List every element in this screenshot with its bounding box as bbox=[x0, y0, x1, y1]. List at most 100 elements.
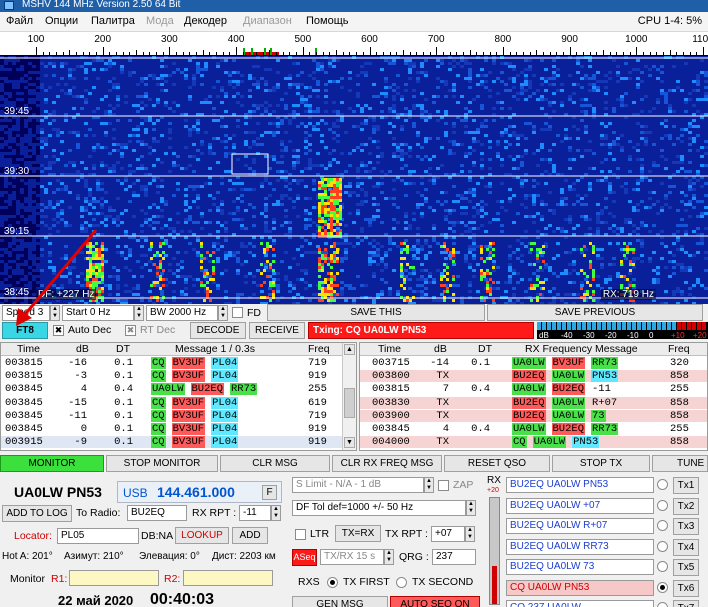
tx-send-button[interactable]: Tx3 bbox=[673, 518, 699, 535]
table-row[interactable]: 004000 TX CQ UA0LW PN53 858 bbox=[360, 436, 707, 449]
s-limit-select[interactable]: S Limit - N/A - 1 dB bbox=[292, 477, 424, 493]
rx-rpt-input[interactable]: -11 bbox=[239, 505, 271, 521]
table-row[interactable]: 003915 -9 0.1 CQ BV3UF PL04 919 bbox=[1, 436, 356, 449]
table-row[interactable]: 003830 TX BU2EQ UA0LW R+07 858 bbox=[360, 396, 707, 409]
tx-select-radio[interactable] bbox=[657, 520, 668, 531]
locator-input[interactable]: PL05 bbox=[57, 528, 139, 544]
save-this-button[interactable]: SAVE THIS bbox=[267, 304, 485, 321]
table-row[interactable]: 003900 TX BU2EQ UA0LW 73 858 bbox=[360, 409, 707, 422]
speed-spinner[interactable]: ▲ ▼ bbox=[50, 305, 60, 321]
tx-message-field[interactable]: BU2EQ UA0LW R+07 bbox=[506, 518, 654, 534]
table-row[interactable]: 003815 7 0.4 UA0LW BU2EQ -11 255 bbox=[360, 383, 707, 396]
start-freq-input[interactable]: Start 0 Hz bbox=[62, 305, 134, 321]
tx-select-radio[interactable] bbox=[657, 479, 668, 490]
db-status: DB:NA bbox=[141, 530, 174, 542]
tx-rx-button[interactable]: TX=RX bbox=[335, 525, 381, 542]
txrx-period-spinner[interactable]: ▲ ▼ bbox=[384, 549, 394, 565]
add-to-log-button[interactable]: ADD TO LOG bbox=[2, 505, 72, 522]
menu-palette[interactable]: Палитра bbox=[91, 15, 135, 27]
table-row[interactable]: 003845 4 0.4 UA0LW BU2EQ RR73 255 bbox=[1, 383, 356, 396]
band-table-scrollbar[interactable]: ▲ ▼ bbox=[342, 343, 356, 450]
fd-checkbox[interactable] bbox=[232, 307, 243, 318]
zap-checkbox[interactable] bbox=[438, 480, 449, 491]
tx-send-button[interactable]: Tx6 bbox=[673, 579, 699, 597]
ruler-tick bbox=[656, 52, 658, 55]
scroll-down-arrow[interactable]: ▼ bbox=[344, 437, 355, 448]
df-tol-select[interactable]: DF Tol def=1000 +/- 50 Hz bbox=[292, 500, 466, 516]
auto-seq-on-button[interactable]: AUTO SEQ ON bbox=[390, 596, 480, 607]
tx-send-button[interactable]: Tx4 bbox=[673, 538, 699, 556]
tx-select-radio[interactable] bbox=[657, 581, 668, 593]
lookup-button[interactable]: LOOKUP bbox=[175, 527, 229, 544]
band-activity-table: Time dB DT Message 1 / 0.3s Freq 003815 -… bbox=[0, 342, 357, 451]
qrg-input[interactable]: 237 bbox=[432, 549, 476, 565]
df-tol-spinner[interactable]: ▲ ▼ bbox=[466, 500, 476, 516]
tx-send-button[interactable]: Tx1 bbox=[673, 477, 699, 494]
rt-dec-checkbox[interactable]: ✖ bbox=[125, 325, 136, 336]
tx-message-field[interactable]: BU2EQ UA0LW 73 bbox=[506, 559, 654, 575]
table-row[interactable]: 003845 -11 0.1 CQ BV3UF PL04 719 bbox=[1, 409, 356, 422]
tx-rpt-input[interactable]: +07 bbox=[431, 526, 465, 542]
table-row[interactable]: 003845 -15 0.1 CQ BV3UF PL04 619 bbox=[1, 396, 356, 409]
table-row[interactable]: 003845 4 0.4 UA0LW BU2EQ RR73 255 bbox=[360, 423, 707, 435]
gen-msg-button[interactable]: GEN MSG bbox=[292, 596, 388, 607]
tx-send-button[interactable]: Tx2 bbox=[673, 497, 699, 515]
table-row[interactable]: 003845 0 0.1 CQ BV3UF PL04 919 bbox=[1, 423, 356, 435]
bw-spinner[interactable]: ▲ ▼ bbox=[218, 305, 228, 321]
menu-band[interactable]: Диапазон bbox=[243, 15, 292, 27]
tx-select-radio[interactable] bbox=[657, 561, 668, 572]
clr-rx-freq-msg-button[interactable]: CLR RX FREQ MSG bbox=[332, 455, 442, 472]
s-limit-spinner[interactable]: ▲ ▼ bbox=[424, 477, 434, 493]
reset-qso-button[interactable]: RESET QSO bbox=[444, 455, 550, 472]
tx-second-radio[interactable] bbox=[396, 577, 407, 588]
table-row[interactable]: 003815 -16 0.1 CQ BV3UF PL04 719 bbox=[1, 357, 356, 369]
menu-help[interactable]: Помощь bbox=[306, 15, 349, 27]
df-readout: DF: +227 Hz bbox=[36, 289, 97, 300]
tx-message-field[interactable]: BU2EQ UA0LW PN53 bbox=[506, 477, 654, 493]
stop-monitor-button[interactable]: STOP MONITOR bbox=[106, 455, 218, 472]
scroll-thumb[interactable] bbox=[344, 388, 355, 418]
txrx-period-select[interactable]: TX/RX 15 s bbox=[320, 549, 384, 565]
start-spinner[interactable]: ▲ ▼ bbox=[134, 305, 144, 321]
scroll-up-arrow[interactable]: ▲ bbox=[344, 344, 355, 355]
table-row[interactable]: 003715 -14 0.1 UA0LW BV3UF RR73 320 bbox=[360, 357, 707, 369]
menu-file[interactable]: Файл bbox=[6, 15, 33, 27]
rx-rpt-spinner[interactable]: ▲ ▼ bbox=[271, 505, 281, 521]
receive-button[interactable]: RECEIVE bbox=[249, 322, 305, 339]
r1-input[interactable] bbox=[69, 570, 159, 586]
tx-first-radio[interactable] bbox=[327, 577, 338, 588]
speed-select[interactable]: Speed 3 bbox=[2, 305, 50, 321]
waterfall-display[interactable]: 39:45 39:30 39:15 38:45 DF: +227 Hz RX: … bbox=[0, 56, 708, 304]
tx-rpt-spinner[interactable]: ▲ ▼ bbox=[465, 526, 475, 542]
tx-message-field[interactable]: BU2EQ UA0LW +07 bbox=[506, 497, 654, 514]
frequency-ruler[interactable]: 1002003004005006007008009001000110012001… bbox=[0, 32, 708, 56]
tx-send-button[interactable]: Tx5 bbox=[673, 559, 699, 576]
tx-select-radio[interactable] bbox=[657, 540, 668, 552]
tx-select-radio[interactable] bbox=[657, 602, 668, 607]
mode-ft8-button[interactable]: FT8 bbox=[2, 322, 48, 339]
add-button[interactable]: ADD bbox=[232, 527, 268, 544]
menu-options[interactable]: Опции bbox=[45, 15, 78, 27]
tx-send-button[interactable]: Tx7 bbox=[673, 600, 699, 607]
bandwidth-input[interactable]: BW 2000 Hz bbox=[146, 305, 218, 321]
r2-input[interactable] bbox=[183, 570, 273, 586]
menu-mode[interactable]: Мода bbox=[146, 15, 174, 27]
clr-msg-button[interactable]: CLR MSG bbox=[220, 455, 330, 472]
aseq-button[interactable]: ASeq bbox=[292, 549, 317, 566]
ltr-checkbox[interactable] bbox=[295, 529, 306, 540]
table-row[interactable]: 003800 TX BU2EQ UA0LW PN53 858 bbox=[360, 370, 707, 383]
auto-dec-checkbox[interactable]: ✖ bbox=[53, 325, 64, 336]
tx-message-field[interactable]: CQ UA0LW PN53 bbox=[506, 579, 654, 596]
to-radio-input[interactable]: BU2EQ bbox=[127, 505, 187, 521]
tune-button[interactable]: TUNE bbox=[652, 455, 708, 472]
stop-tx-button[interactable]: STOP TX bbox=[552, 455, 650, 472]
save-previous-button[interactable]: SAVE PREVIOUS bbox=[487, 304, 703, 321]
table-row[interactable]: 003815 -3 0.1 CQ BV3UF PL04 919 bbox=[1, 370, 356, 383]
menu-decoder[interactable]: Декодер bbox=[184, 15, 227, 27]
decode-button[interactable]: DECODE bbox=[190, 322, 246, 339]
tx-select-radio[interactable] bbox=[657, 499, 668, 511]
tx-message-field[interactable]: CQ 237 UA0LW bbox=[506, 600, 654, 607]
monitor-button[interactable]: MONITOR bbox=[0, 455, 104, 472]
tx-message-field[interactable]: BU2EQ UA0LW RR73 bbox=[506, 538, 654, 555]
f-button[interactable]: F bbox=[262, 485, 277, 500]
